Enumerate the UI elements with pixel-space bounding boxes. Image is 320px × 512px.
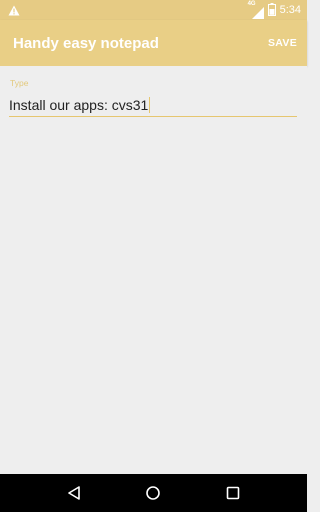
status-bar: 4G 5:34 [0, 0, 307, 20]
app-bar: Handy easy notepad SAVE [0, 20, 307, 66]
recents-icon[interactable] [221, 481, 245, 505]
signal-icon: 4G [247, 1, 264, 19]
network-type: 4G [247, 1, 256, 7]
status-indicators: 4G 5:34 [247, 1, 301, 20]
editor-area: Type Install our apps: cvs31 [0, 66, 307, 474]
note-input-text: Install our apps: cvs31 [9, 96, 149, 113]
back-icon[interactable] [62, 481, 86, 505]
note-input[interactable]: Install our apps: cvs31 [9, 93, 297, 117]
save-button[interactable]: SAVE [268, 37, 297, 49]
text-cursor [149, 96, 151, 113]
battery-icon [267, 1, 276, 20]
warning-icon [8, 1, 20, 20]
app-title: Handy easy notepad [13, 34, 159, 52]
field-label: Type [10, 78, 29, 88]
home-icon[interactable] [141, 481, 165, 505]
nav-bar [0, 474, 307, 512]
status-time: 5:34 [279, 4, 301, 16]
